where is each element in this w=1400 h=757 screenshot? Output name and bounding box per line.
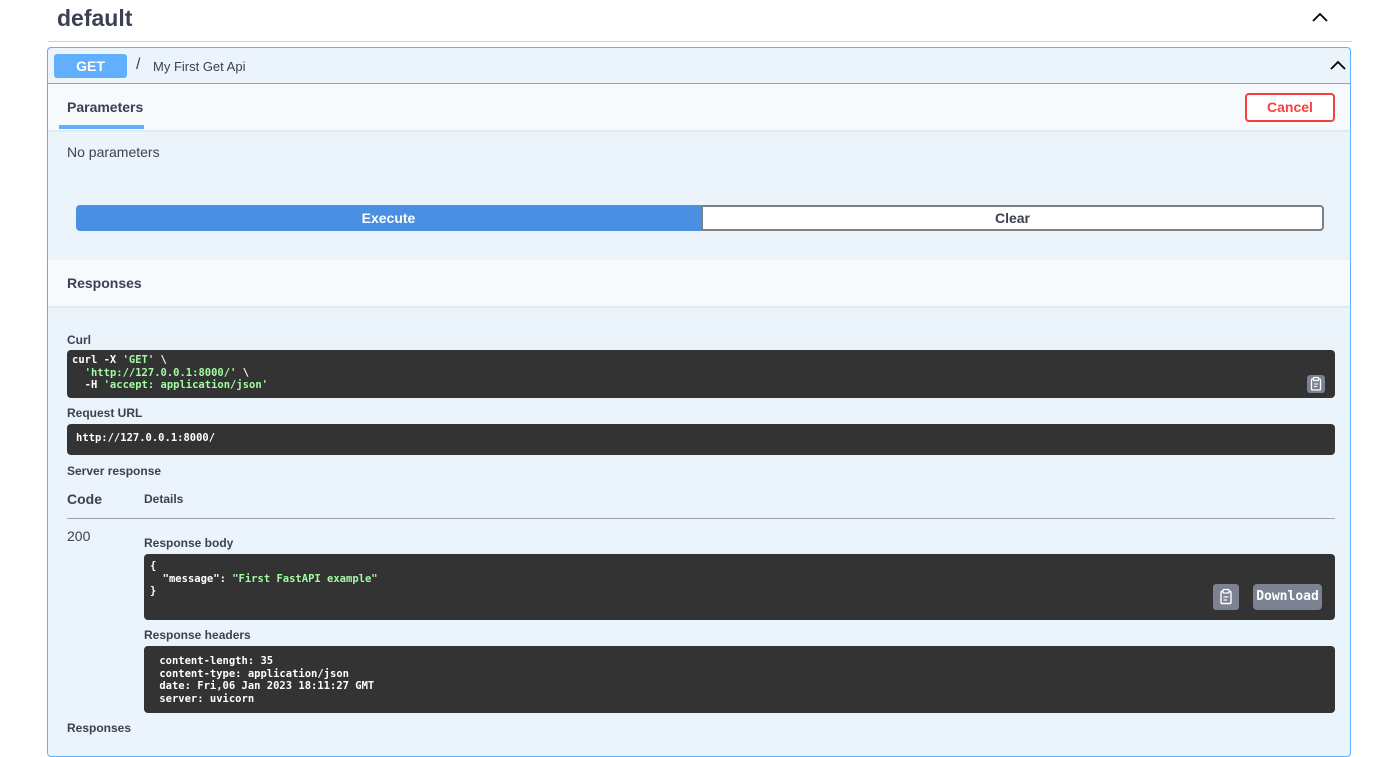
operation-summary[interactable]: GET / My First Get Api [48, 48, 1350, 84]
chevron-up-icon[interactable] [1310, 8, 1330, 28]
table-divider [67, 518, 1335, 519]
curl-line: 'http://127.0.0.1:8000/' \ [84, 366, 250, 379]
tag-title: default [57, 5, 133, 31]
operation-path: / [136, 56, 141, 73]
execute-button-group: Execute Clear [76, 205, 1324, 231]
responses-section-label: Responses [67, 721, 132, 735]
header-line: content-length: 35 [153, 655, 280, 667]
method-badge: GET [54, 54, 127, 78]
response-body-label: Response body [144, 536, 234, 550]
header-line: server: uvicorn [153, 692, 261, 705]
execute-button[interactable]: Execute [76, 205, 701, 231]
curl-label: Curl [67, 333, 91, 347]
curl-line: curl -X 'GET' \ [72, 354, 167, 366]
operation-description: My First Get Api [153, 59, 246, 74]
response-body-block[interactable]: { "message": "First FastAPI example" } D… [144, 554, 1335, 620]
response-headers-label: Response headers [144, 628, 251, 642]
active-tab-indicator [59, 125, 144, 129]
responses-title: Responses [67, 275, 142, 291]
body-line: } [150, 585, 157, 597]
header-line: date: Fri,06 Jan 2023 18:11:27 GMT [153, 680, 381, 692]
responses-header: Responses [48, 260, 1350, 306]
cancel-button[interactable]: Cancel [1245, 93, 1335, 122]
operation-block: GET / My First Get Api Parameters Cancel… [47, 47, 1351, 757]
clipboard-icon[interactable] [1307, 375, 1325, 393]
details-column-header: Details [144, 492, 184, 506]
response-headers-block[interactable]: content-length: 35 content-type: applica… [144, 646, 1335, 713]
download-button[interactable]: Download [1253, 584, 1322, 610]
header-line: content-type: application/json [153, 667, 356, 680]
no-parameters-text: No parameters [67, 144, 160, 160]
tag-section-header[interactable]: default [48, 0, 1352, 42]
server-response-label: Server response [67, 464, 162, 478]
chevron-up-icon[interactable] [1328, 56, 1348, 76]
curl-code-block[interactable]: curl -X 'GET' \ 'http://127.0.0.1:8000/'… [67, 350, 1335, 398]
request-url: http://127.0.0.1:8000/ [76, 432, 216, 444]
body-line: "message": "First FastAPI example" [162, 572, 378, 585]
body-line: { [150, 560, 157, 572]
parameters-header: Parameters Cancel [48, 84, 1350, 130]
curl-line: -H 'accept: application/json' [72, 379, 268, 391]
status-code: 200 [67, 528, 91, 544]
clipboard-icon[interactable] [1213, 584, 1239, 610]
request-url-block[interactable]: http://127.0.0.1:8000/ [67, 424, 1335, 455]
request-url-label: Request URL [67, 406, 143, 420]
clear-button[interactable]: Clear [701, 205, 1324, 231]
code-column-header: Code [67, 491, 102, 507]
tab-parameters[interactable]: Parameters [67, 99, 143, 115]
